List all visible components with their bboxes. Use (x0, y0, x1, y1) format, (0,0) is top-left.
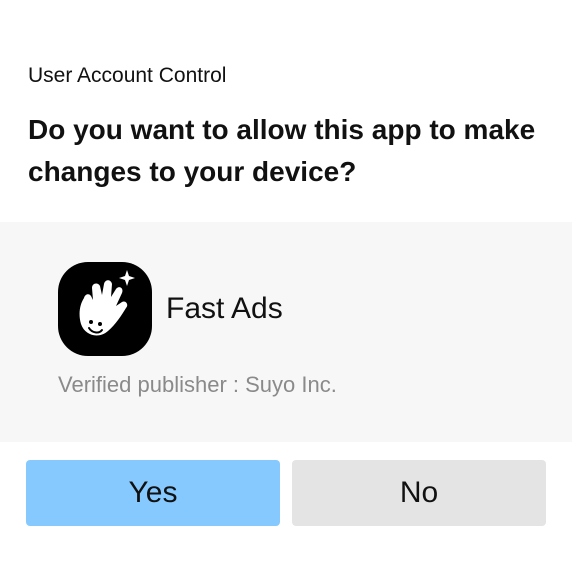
dialog-question: Do you want to allow this app to make ch… (28, 114, 536, 187)
uac-dialog: User Account Control Do you want to allo… (0, 0, 572, 572)
app-name: Fast Ads (166, 292, 283, 325)
no-button[interactable]: No (292, 460, 546, 526)
publisher-info: Verified publisher : Suyo Inc. (58, 372, 337, 397)
dialog-header: User Account Control Do you want to allo… (0, 0, 572, 222)
waving-hand-app-icon (58, 262, 152, 356)
yes-button[interactable]: Yes (26, 460, 280, 526)
app-info-panel: Fast Ads Verified publisher : Suyo Inc. (0, 222, 572, 442)
dialog-caption: User Account Control (28, 64, 227, 87)
